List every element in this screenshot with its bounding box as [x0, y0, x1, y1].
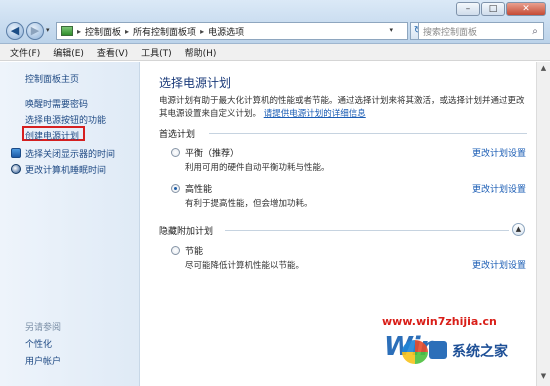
menu-help[interactable]: 帮助(H)	[185, 46, 217, 59]
search-input[interactable]: 搜索控制面板	[423, 25, 527, 38]
breadcrumb-separator[interactable]: ▸	[77, 27, 81, 36]
plan-radio-balanced[interactable]	[171, 148, 180, 157]
sidebar-item-user-accounts[interactable]: 用户帐户	[25, 354, 61, 367]
back-arrow-icon[interactable]: ◀	[6, 22, 24, 40]
plan-radio-power-saver[interactable]	[171, 246, 180, 255]
sidebar-item-require-password[interactable]: 唤醒时需要密码	[25, 97, 88, 110]
window-controls: – □ ✕	[456, 2, 546, 16]
group-divider	[225, 230, 509, 231]
address-dropdown-icon[interactable]: ▾	[389, 26, 393, 34]
chevron-up-icon[interactable]: ▲	[512, 223, 525, 236]
plan-radio-high-performance[interactable]	[171, 184, 180, 193]
watermark-url: www.win7zhijia.cn	[382, 315, 497, 328]
change-plan-settings-link[interactable]: 更改计划设置	[472, 146, 526, 159]
address-bar[interactable]: ▸ 控制面板 ▸ 所有控制面板项 ▸ 电源选项 ▾	[56, 22, 408, 40]
breadcrumb-separator[interactable]: ▸	[125, 27, 129, 36]
sidebar-item-sleep[interactable]: 更改计算机睡眠时间	[25, 163, 106, 176]
menu-edit[interactable]: 编辑(E)	[53, 46, 84, 59]
control-panel-icon	[61, 26, 73, 36]
search-icon[interactable]: ⌕	[527, 26, 543, 37]
plan-desc-high-performance: 有利于提高性能，但会增加功耗。	[185, 199, 313, 209]
main-content: 选择电源计划 电源计划有助于最大化计算机的性能或者节能。通过选择计划来将其激活，…	[141, 62, 536, 386]
plan-desc-power-saver: 尽可能降低计算机性能以节能。	[185, 261, 305, 271]
plan-details-link[interactable]: 请提供电源计划的详细信息	[264, 109, 366, 119]
windows-orb-icon	[402, 340, 428, 364]
scroll-down-icon[interactable]: ▼	[537, 372, 550, 384]
hidden-plans-heading[interactable]: 隐藏附加计划	[159, 224, 213, 237]
plan-desc-balanced: 利用可用的硬件自动平衡功耗与性能。	[185, 163, 330, 173]
menu-bar: 文件(F) 编辑(E) 查看(V) 工具(T) 帮助(H)	[0, 44, 550, 61]
group-divider	[209, 133, 527, 134]
page-title: 选择电源计划	[159, 76, 232, 90]
sidebar-item-power-buttons[interactable]: 选择电源按钮的功能	[25, 113, 106, 126]
minimize-button[interactable]: –	[456, 2, 480, 16]
sidebar-item-personalization[interactable]: 个性化	[25, 337, 52, 350]
breadcrumb-power-options[interactable]: 电源选项	[208, 25, 244, 38]
plan-name-power-saver[interactable]: 节能	[185, 244, 203, 257]
scroll-up-icon[interactable]: ▲	[537, 64, 550, 76]
plan-name-high-performance[interactable]: 高性能	[185, 182, 212, 195]
vertical-scrollbar[interactable]: ▲ ▼	[536, 62, 550, 386]
sidebar-item-display-off[interactable]: 选择关闭显示器的时间	[25, 147, 115, 160]
forward-arrow-icon[interactable]: ▶	[26, 22, 44, 40]
menu-view[interactable]: 查看(V)	[97, 46, 128, 59]
title-bar: – □ ✕ ◀ ▶ ▾ ▸ 控制面板 ▸ 所有控制面板项 ▸ 电源选项 ▾ ↻ …	[0, 0, 550, 44]
maximize-button[interactable]: □	[481, 2, 505, 16]
see-also-heading: 另请参阅	[25, 323, 62, 333]
plan-name-balanced[interactable]: 平衡（推荐）	[185, 146, 239, 159]
sidebar-home-link[interactable]: 控制面板主页	[25, 72, 79, 85]
sleep-icon	[11, 164, 21, 174]
menu-tools[interactable]: 工具(T)	[141, 46, 172, 59]
breadcrumb-all-items[interactable]: 所有控制面板项	[133, 25, 196, 38]
watermark-text: 系统之家	[452, 344, 508, 360]
breadcrumb-control-panel[interactable]: 控制面板	[85, 25, 121, 38]
close-button[interactable]: ✕	[506, 2, 546, 16]
preferred-plans-heading: 首选计划	[159, 130, 196, 140]
house-icon	[429, 341, 447, 359]
search-box[interactable]: 搜索控制面板 ⌕	[418, 22, 544, 40]
change-plan-settings-link[interactable]: 更改计划设置	[472, 258, 526, 271]
change-plan-settings-link[interactable]: 更改计划设置	[472, 182, 526, 195]
sidebar: 控制面板主页 唤醒时需要密码 选择电源按钮的功能 创建电源计划 选择关闭显示器的…	[0, 62, 140, 386]
breadcrumb-separator[interactable]: ▸	[200, 27, 204, 36]
sidebar-item-create-plan[interactable]: 创建电源计划	[25, 129, 79, 142]
history-dropdown-icon[interactable]: ▾	[46, 26, 50, 34]
display-icon	[11, 148, 21, 158]
page-description: 电源计划有助于最大化计算机的性能或者节能。通过选择计划来将其激活，或选择计划并通…	[159, 95, 529, 121]
menu-file[interactable]: 文件(F)	[10, 46, 40, 59]
